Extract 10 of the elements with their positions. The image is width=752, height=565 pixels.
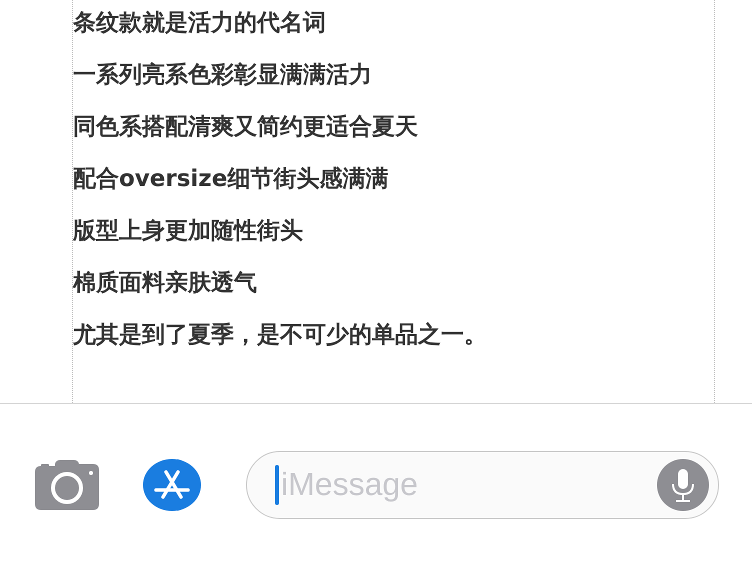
text-line: 同色系搭配清爽又简约更适合夏天 [73, 113, 418, 142]
text-line: 配合oversize细节街头感满满 [73, 165, 388, 194]
text-line: 一系列亮系色彩彰显满满活力 [73, 61, 372, 90]
microphone-icon[interactable] [657, 458, 709, 510]
text-line: 棉质面料亲肤透气 [73, 269, 257, 298]
text-line: 版型上身更加随性街头 [73, 217, 303, 246]
text-cursor [275, 464, 279, 504]
camera-icon[interactable] [35, 460, 99, 510]
text-line: 尤其是到了夏季，是不可少的单品之一。 [73, 321, 487, 350]
text-line: 条纹款就是活力的代名词 [73, 9, 326, 38]
